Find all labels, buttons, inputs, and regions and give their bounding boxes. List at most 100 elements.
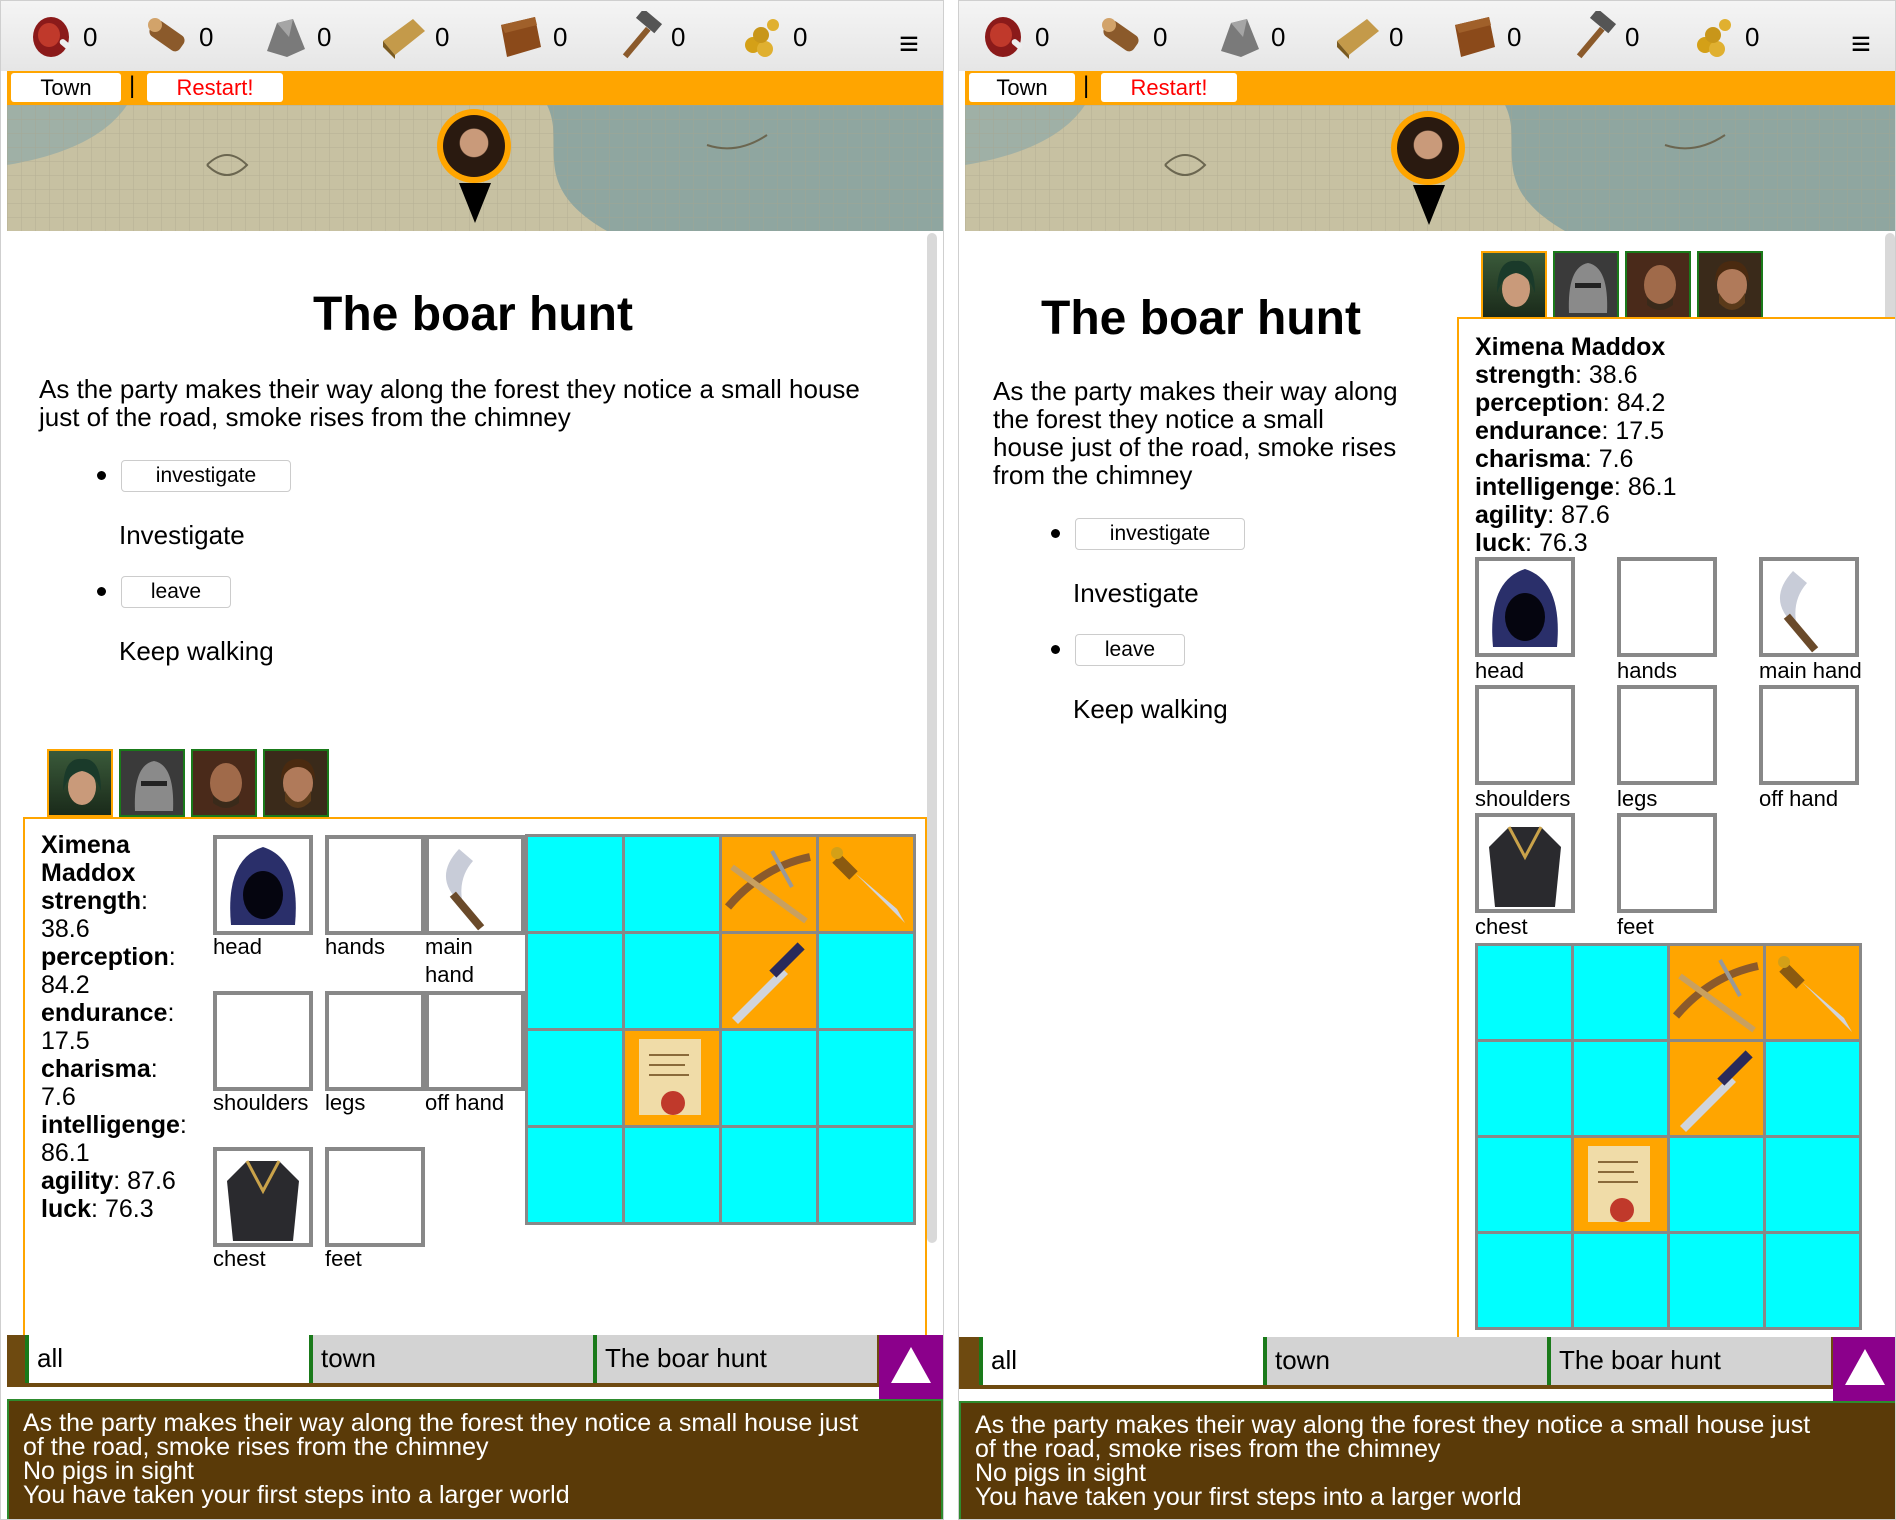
inventory-cell[interactable] [1766, 1042, 1859, 1135]
tab-town[interactable]: town [1263, 1337, 1547, 1385]
inventory-cell[interactable] [1574, 1234, 1667, 1327]
inventory-cell[interactable] [625, 1128, 719, 1222]
map-party-marker[interactable] [437, 109, 511, 183]
slot-off-hand[interactable] [425, 991, 525, 1091]
hood-icon [230, 847, 296, 925]
inventory-cell[interactable] [819, 934, 913, 1028]
town-button[interactable]: Town [969, 73, 1075, 102]
tab-all[interactable]: all [25, 1335, 309, 1383]
inventory-cell[interactable] [528, 1128, 622, 1222]
town-button[interactable]: Town [11, 73, 121, 102]
stone-icon [267, 19, 305, 57]
inventory-cell[interactable] [528, 837, 622, 931]
portrait-bald-man[interactable] [191, 749, 257, 817]
resource-count: 0 [671, 21, 686, 52]
slot-label: off hand [1759, 786, 1839, 811]
inventory-cell[interactable] [722, 1031, 816, 1125]
slot-shoulders[interactable] [1475, 685, 1575, 785]
inventory-cell[interactable] [1766, 946, 1859, 1039]
inventory-cell[interactable] [819, 1031, 913, 1125]
inventory-cell[interactable] [1670, 1042, 1763, 1135]
slot-feet[interactable] [1617, 813, 1717, 913]
portrait-bald-man[interactable] [1625, 251, 1691, 319]
inventory-cell[interactable] [722, 934, 816, 1028]
portrait-knight[interactable] [119, 749, 185, 817]
slot-legs[interactable] [1617, 685, 1717, 785]
log-line: No pigs in sight [23, 1457, 194, 1485]
character-stats: Ximena Maddox strength: 38.6 perception:… [1475, 333, 1677, 557]
inventory-cell[interactable] [1670, 946, 1763, 1039]
leave-button[interactable]: leave [1075, 634, 1185, 666]
inventory-cell[interactable] [1478, 946, 1571, 1039]
inventory-cell[interactable] [1574, 946, 1667, 1039]
inventory-cell[interactable] [1766, 1234, 1859, 1327]
slot-main-hand[interactable] [1759, 557, 1859, 657]
leather-icon [1455, 17, 1495, 57]
tab-all[interactable]: all [979, 1337, 1263, 1385]
slot-feet[interactable] [325, 1147, 425, 1247]
inventory-cell[interactable] [625, 934, 719, 1028]
inventory-cell[interactable] [1766, 1138, 1859, 1231]
portrait-bearded-man[interactable] [1697, 251, 1763, 319]
slot-label-line: main [425, 934, 473, 959]
list-bullet [1051, 529, 1060, 538]
resource-count: 0 [793, 21, 808, 52]
choice-description: Investigate [1073, 578, 1199, 608]
event-description: As the party makes their way along the f… [39, 375, 919, 431]
inventory-cell[interactable] [1478, 1138, 1571, 1231]
slot-head[interactable] [213, 835, 313, 935]
slot-off-hand[interactable] [1759, 685, 1859, 785]
slot-chest[interactable] [213, 1147, 313, 1247]
restart-button[interactable]: Restart! [147, 73, 283, 102]
stat-name: perception [1475, 389, 1603, 417]
inventory-cell[interactable] [722, 837, 816, 931]
inventory-cell[interactable] [1670, 1234, 1763, 1327]
crossbow-icon [724, 850, 811, 924]
inventory-cell[interactable] [625, 837, 719, 931]
tab-town[interactable]: town [309, 1335, 593, 1383]
slot-chest[interactable] [1475, 813, 1575, 913]
leave-button[interactable]: leave [121, 576, 231, 608]
portrait-knight[interactable] [1553, 251, 1619, 319]
map-party-marker[interactable] [1391, 111, 1465, 185]
slot-head[interactable] [1475, 557, 1575, 657]
inventory-cell[interactable] [1478, 1042, 1571, 1135]
inventory-cell[interactable] [1478, 1234, 1571, 1327]
game-window-right: 0 0 0 0 0 0 0 ≡ Town | Restart! The boar… [958, 0, 1896, 1520]
content-scrollbar[interactable] [927, 233, 937, 1243]
resource-meat: 0 [25, 11, 97, 63]
menu-icon[interactable]: ≡ [899, 25, 919, 64]
menu-icon[interactable]: ≡ [1851, 25, 1871, 64]
expand-log-button[interactable] [879, 1335, 943, 1399]
slot-hands[interactable] [325, 835, 425, 935]
crossbow-icon [1672, 959, 1759, 1033]
inventory-cell[interactable] [722, 1128, 816, 1222]
helmet-icon [1568, 263, 1608, 313]
inventory-cell[interactable] [528, 934, 622, 1028]
inventory-cell[interactable] [819, 837, 913, 931]
tab-boar-hunt[interactable]: The boar hunt [1547, 1337, 1831, 1385]
inventory-cell[interactable] [819, 1128, 913, 1222]
slot-hands[interactable] [1617, 557, 1717, 657]
inventory-cell[interactable] [1670, 1138, 1763, 1231]
portrait-bearded-man[interactable] [263, 749, 329, 817]
portrait-ximena[interactable] [1481, 251, 1547, 319]
expand-log-button[interactable] [1833, 1337, 1895, 1401]
inventory-cell[interactable] [528, 1031, 622, 1125]
restart-button[interactable]: Restart! [1101, 73, 1237, 102]
slot-legs[interactable] [325, 991, 425, 1091]
portrait-ximena[interactable] [47, 749, 113, 817]
resource-wood: 0 [1095, 11, 1167, 63]
slot-shoulders[interactable] [213, 991, 313, 1091]
slot-main-hand[interactable] [425, 835, 525, 935]
inventory-cell[interactable] [625, 1031, 719, 1125]
log-line: of the road, smoke rises from the chimne… [975, 1435, 1441, 1463]
slot-label: hands [325, 934, 385, 959]
tab-boar-hunt[interactable]: The boar hunt [593, 1335, 877, 1383]
resource-stone: 0 [1213, 11, 1285, 63]
inventory-cell[interactable] [1574, 1138, 1667, 1231]
investigate-button[interactable]: investigate [121, 460, 291, 492]
coins-icon [1697, 19, 1731, 57]
inventory-cell[interactable] [1574, 1042, 1667, 1135]
investigate-button[interactable]: investigate [1075, 518, 1245, 550]
